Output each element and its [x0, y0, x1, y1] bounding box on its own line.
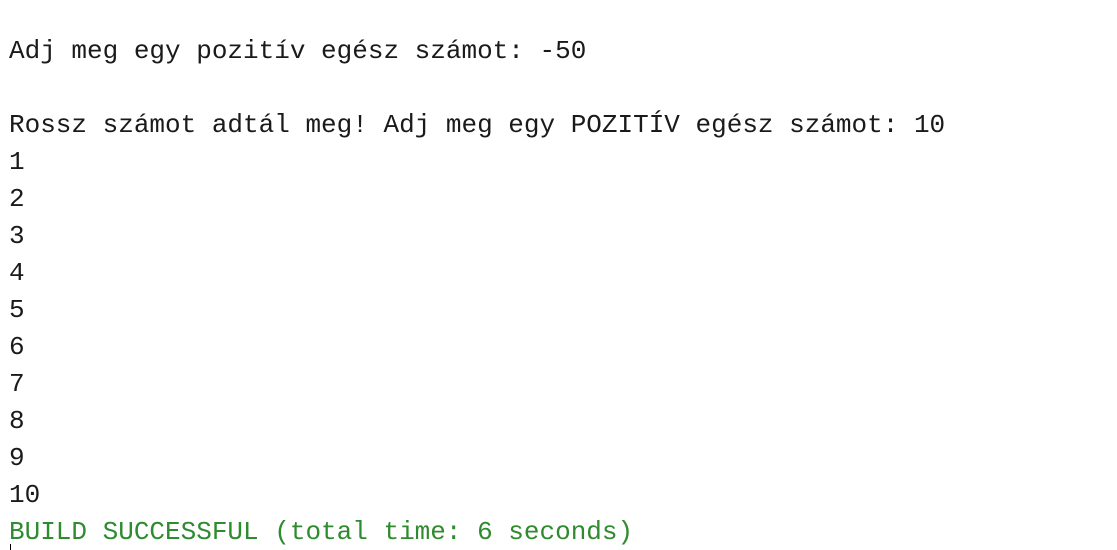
output-number-line: 5 [9, 295, 25, 325]
output-number-line: 7 [9, 369, 25, 399]
output-console[interactable]: Adj meg egy pozitív egész számot: -50 Ro… [0, 0, 1117, 550]
output-number-line: 4 [9, 258, 25, 288]
text-cursor [10, 544, 11, 550]
retry-prompt-line: Rossz számot adtál meg! Adj meg egy POZI… [9, 110, 946, 140]
build-status-line: BUILD SUCCESSFUL (total time: 6 seconds) [9, 517, 634, 547]
output-number-line: 10 [9, 480, 41, 510]
output-number-line: 8 [9, 406, 25, 436]
output-number-line: 2 [9, 184, 25, 214]
output-number-line: 1 [9, 147, 25, 177]
output-number-line: 9 [9, 443, 25, 473]
output-number-line: 6 [9, 332, 25, 362]
output-number-line: 3 [9, 221, 25, 251]
prompt-line: Adj meg egy pozitív egész számot: -50 [9, 36, 587, 66]
